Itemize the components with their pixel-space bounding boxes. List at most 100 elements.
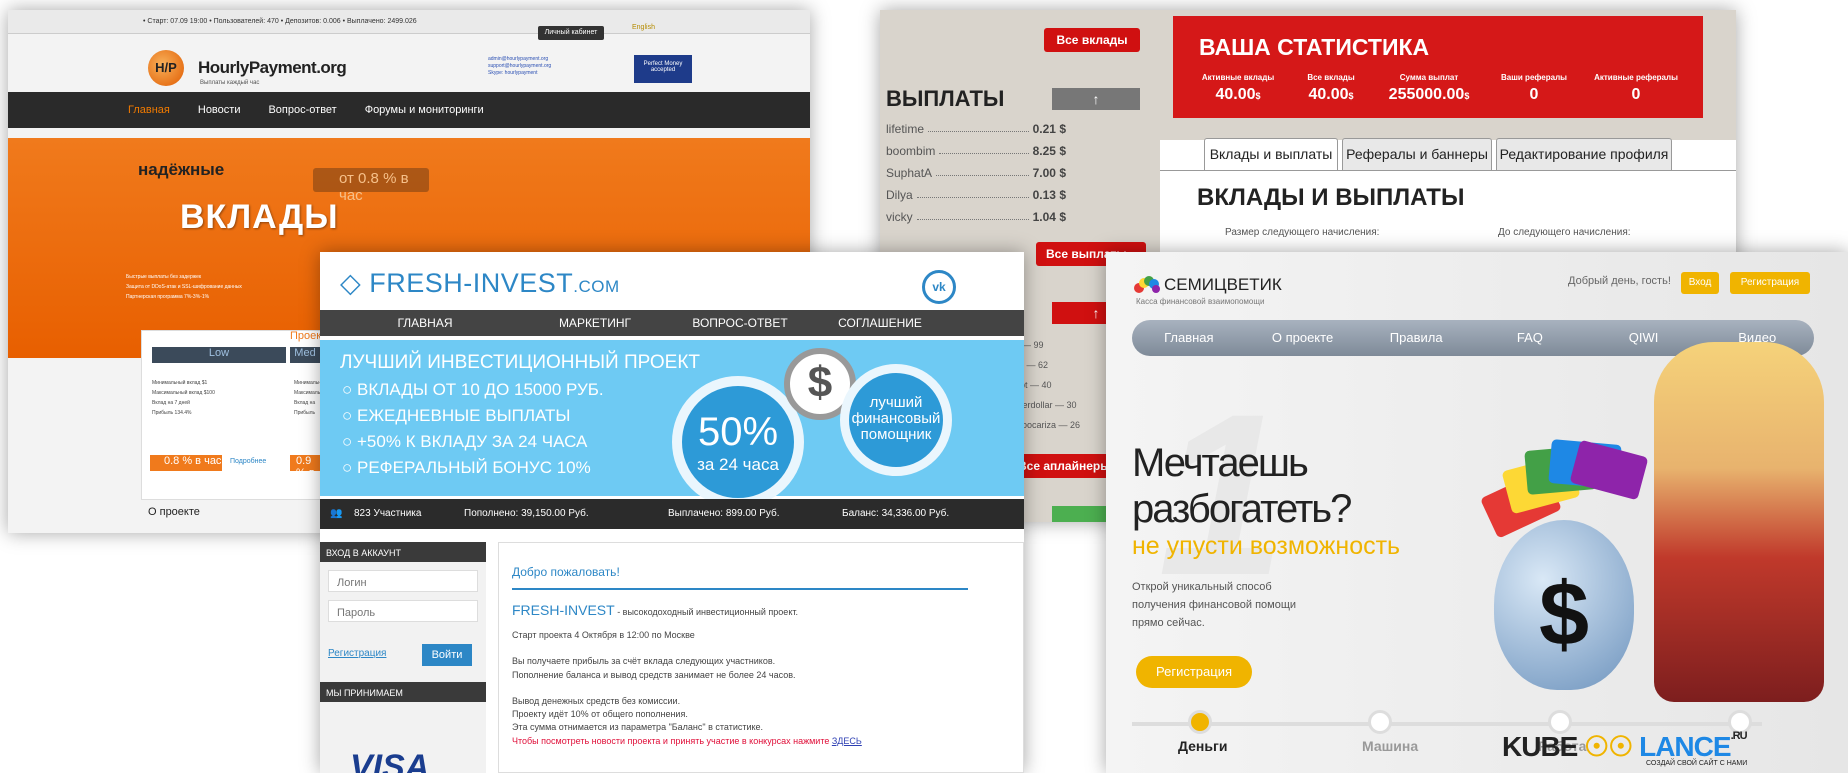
intro-brand: FRESH-INVEST xyxy=(512,602,615,618)
plan-item: Максимальный вклад $100 xyxy=(152,390,215,396)
step-money[interactable]: Деньги xyxy=(1178,738,1227,754)
about-link[interactable]: О проекте xyxy=(148,506,200,518)
leader-dots xyxy=(916,188,1029,198)
cabinet-button[interactable]: Личный кабинет xyxy=(538,26,604,40)
tab-referrals[interactable]: Рефералы и баннеры xyxy=(1342,138,1492,170)
nav-news[interactable]: Новости xyxy=(198,104,241,116)
accept-header: МЫ ПРИНИМАЕМ xyxy=(320,682,486,702)
leader-dots xyxy=(916,210,1029,220)
menu-faq[interactable]: ВОПРОС-ОТВЕТ xyxy=(660,310,820,336)
stat-label: Все вклады xyxy=(1307,73,1355,82)
stat-value: 0 xyxy=(1529,86,1539,103)
site-logo[interactable]: HourlyPayment.org xyxy=(198,58,347,78)
plan-low-more[interactable]: Подробнее xyxy=(230,458,266,465)
section-title: ВКЛАДЫ И ВЫПЛАТЫ xyxy=(1197,184,1465,211)
tab-divider xyxy=(1160,170,1736,171)
news-label: Чтобы посмотреть новости проекта и приня… xyxy=(512,736,832,746)
site-logo[interactable]: СЕМИЦВЕТИК xyxy=(1164,275,1282,295)
welcome-underline xyxy=(512,588,968,590)
language-switch[interactable]: English xyxy=(632,24,655,31)
contacts: admin@hourlypayment.org support@hourlypa… xyxy=(488,56,551,77)
banner-bullet: ○ +50% К ВКЛАДУ ЗА 24 ЧАСА xyxy=(342,432,588,451)
paragraph: Пополнение баланса и вывод средств заним… xyxy=(512,670,796,680)
plan-item: Вклад на xyxy=(294,400,316,406)
stat-value: 0 xyxy=(1631,86,1641,103)
stat-unit: $ xyxy=(1348,91,1354,101)
hero-line-2: ВКЛАДЫ xyxy=(180,198,339,236)
stat-label: Ваши рефералы xyxy=(1501,73,1567,82)
plan-med-title: Med xyxy=(290,347,320,363)
next-time-label: До следующего начисления: xyxy=(1498,227,1631,238)
payout-amount: 0.21 $ xyxy=(1032,122,1066,136)
login-button[interactable]: Вход xyxy=(1681,272,1719,294)
stat-label: Сумма выплат xyxy=(1399,73,1459,82)
next-size-label: Размер следующего начисления: xyxy=(1225,227,1380,238)
stat-total-payouts: Сумма выплат 255000.00$ xyxy=(1373,73,1485,104)
step-car[interactable]: Машина xyxy=(1362,738,1418,754)
nav-home[interactable]: Главная xyxy=(1132,320,1246,356)
intro-text: FRESH-INVEST - высокодоходный инвестицио… xyxy=(512,602,798,618)
hero-bullet: Партнерская программа 7%-3%-1% xyxy=(126,294,210,300)
stat-balance: Баланс: 34,336.00 Руб. xyxy=(842,508,950,519)
menu-agreement[interactable]: СОГЛАШЕНИЕ xyxy=(820,310,940,336)
login-input[interactable] xyxy=(328,570,478,592)
logo-tld: .COM xyxy=(573,277,620,296)
diamond-icon: ◇ xyxy=(340,268,370,298)
vk-icon[interactable]: vk xyxy=(922,270,956,304)
money-bag-icon: $ xyxy=(1494,520,1634,690)
semitsvetik-screenshot: СЕМИЦВЕТИК Касса финансовой взаимопомощи… xyxy=(1106,252,1848,773)
nav-rules[interactable]: Правила xyxy=(1359,320,1473,356)
news-link[interactable]: ЗДЕСЬ xyxy=(832,736,862,746)
stat-value: 40.00 xyxy=(1308,86,1349,103)
menu-marketing[interactable]: МАРКЕТИНГ xyxy=(530,310,660,336)
contact-support[interactable]: support@hourlypayment.org xyxy=(488,63,551,70)
hero-subtitle: не упусти возможность xyxy=(1132,532,1401,560)
step-knob-car[interactable] xyxy=(1368,710,1392,734)
plan-item: Прибыль 134.4% xyxy=(152,410,192,416)
nav-faq[interactable]: FAQ xyxy=(1473,320,1587,356)
tab-deposits[interactable]: Вклады и выплаты xyxy=(1204,138,1338,170)
paragraph: Вы получаете прибыль за счёт вклада след… xyxy=(512,656,776,666)
nav-about[interactable]: О проекте xyxy=(1246,320,1360,356)
news-text: Чтобы посмотреть новости проекта и приня… xyxy=(512,736,862,746)
register-link[interactable]: Регистрация xyxy=(328,648,386,659)
hero-description: Открой уникальный способ получения финанс… xyxy=(1132,581,1297,629)
stats-bar: 👥 823 Участника Пополнено: 39,150.00 Руб… xyxy=(320,499,1024,529)
plan-item: Минимальный вклад $1 xyxy=(152,380,208,386)
contact-email[interactable]: admin@hourlypayment.org xyxy=(488,56,551,63)
greeting: Добрый день, гость! xyxy=(1568,275,1671,287)
plan-low-rate[interactable]: 0.8 % в час xyxy=(150,455,222,471)
nav-faq[interactable]: Вопрос-ответ xyxy=(268,104,336,116)
stat-members: 823 Участника xyxy=(354,508,422,519)
menu-home[interactable]: ГЛАВНАЯ xyxy=(320,310,530,336)
payout-name: vicky xyxy=(886,210,913,224)
payout-amount: 7.00 $ xyxy=(1032,166,1066,180)
payout-amount: 0.13 $ xyxy=(1032,188,1066,202)
arrow-up-icon[interactable]: ↑ xyxy=(1052,88,1140,110)
plan-item: Вклад на 7 дней xyxy=(152,400,190,406)
register-button[interactable]: Регистрация xyxy=(1730,272,1810,294)
nav-forums[interactable]: Форумы и мониторинги xyxy=(365,104,484,116)
all-deposits-button[interactable]: Все вклады xyxy=(1044,28,1140,52)
site-logo[interactable]: ◇ FRESH-INVEST.COM xyxy=(340,268,620,299)
plan-med-rate[interactable]: 0.9 % в час xyxy=(290,455,320,491)
step-knob-money[interactable] xyxy=(1188,710,1212,734)
payout-name: SuphatA xyxy=(886,166,933,180)
stat-label: Активные рефералы xyxy=(1594,73,1678,82)
stat-deposited: Пополнено: 39,150.00 Руб. xyxy=(464,508,589,519)
leader-dots xyxy=(928,122,1029,132)
nav-home[interactable]: Главная xyxy=(128,104,170,116)
contact-skype[interactable]: Skype: hourlypayment xyxy=(488,70,551,77)
paragraph: Проекту идёт 10% от общего пополнения. xyxy=(512,709,688,719)
hero-line-1: надёжные xyxy=(138,160,225,179)
hero-bullet: Быстрые выплаты без задержек xyxy=(126,274,202,280)
login-button[interactable]: Войти xyxy=(422,644,472,666)
start-text: Старт проекта 4 Октября в 12:00 по Москв… xyxy=(512,630,695,640)
payouts-title: ВЫПЛАТЫ xyxy=(886,86,1005,111)
cta-register-button[interactable]: Регистрация xyxy=(1136,656,1252,688)
payout-name: boombim xyxy=(886,144,936,158)
slogan: Выплаты каждый час xyxy=(200,80,260,86)
stat-all-deposits: Все вклады 40.00$ xyxy=(1293,73,1369,104)
password-input[interactable] xyxy=(328,600,478,622)
tab-profile[interactable]: Редактирование профиля xyxy=(1496,138,1672,170)
